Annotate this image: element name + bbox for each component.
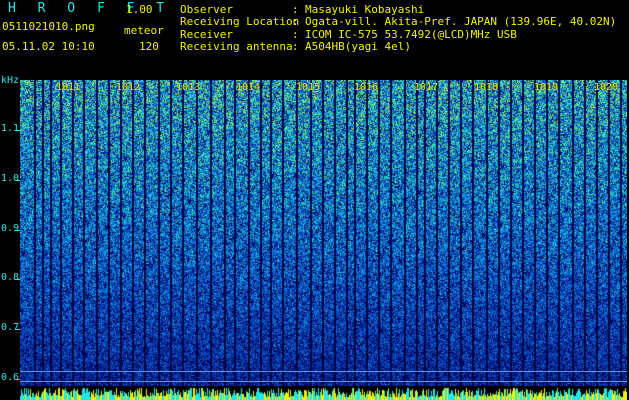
antenna-label: Receiving antenna — [180, 40, 293, 53]
y-tick-label: 0.7 — [1, 322, 20, 333]
location-value: Ogata-vill. Akita-Pref. JAPAN (139.96E, … — [305, 15, 617, 28]
x-tick-label: 1019 — [534, 82, 559, 93]
x-tick-label: 1013 — [176, 82, 201, 93]
y-tick-label: 0.6 — [1, 372, 20, 383]
receiver-separator: : — [292, 28, 299, 41]
x-tick-label: 1020 — [594, 82, 619, 93]
y-tick-label: 1.0 — [1, 173, 20, 184]
signal-level-bar — [20, 386, 627, 400]
meteor-label: meteor — [124, 24, 164, 37]
x-tick-label: 1014 — [236, 82, 261, 93]
x-tick-label: 1015 — [296, 82, 321, 93]
x-tick-label: 1017 — [414, 82, 439, 93]
y-tick-label: 0.8 — [1, 272, 20, 283]
x-tick-label: 1018 — [474, 82, 499, 93]
x-tick-label: 1016 — [354, 82, 379, 93]
x-tick-label: 1012 — [116, 82, 141, 93]
meteor-count: 120 — [139, 40, 159, 53]
datetime-label: 05.11.02 10:10 — [2, 40, 95, 53]
y-tick-label: 0.9 — [1, 223, 20, 234]
receiver-value: ICOM IC-575 53.7492(@LCD)MHz USB — [305, 28, 517, 41]
observer-label: Observer — [180, 3, 233, 16]
reference-line — [20, 371, 627, 372]
location-separator: : — [292, 15, 299, 28]
version-label: 1.00 — [126, 3, 153, 16]
y-axis-unit: kHz — [1, 75, 20, 86]
y-tick-label: 1.1 — [1, 123, 20, 134]
observer-value: Masayuki Kobayashi — [305, 3, 425, 16]
antenna-value: A504HB(yagi 4el) — [305, 40, 411, 53]
reference-line — [20, 381, 627, 382]
location-label: Receiving Location — [180, 15, 300, 28]
observer-separator: : — [292, 3, 299, 16]
antenna-separator: : — [292, 40, 299, 53]
receiver-label: Receiver — [180, 28, 233, 41]
x-tick-label: 1011 — [56, 82, 81, 93]
filename-label: 0511021010.png — [2, 20, 95, 33]
spectrogram-canvas — [20, 80, 627, 386]
